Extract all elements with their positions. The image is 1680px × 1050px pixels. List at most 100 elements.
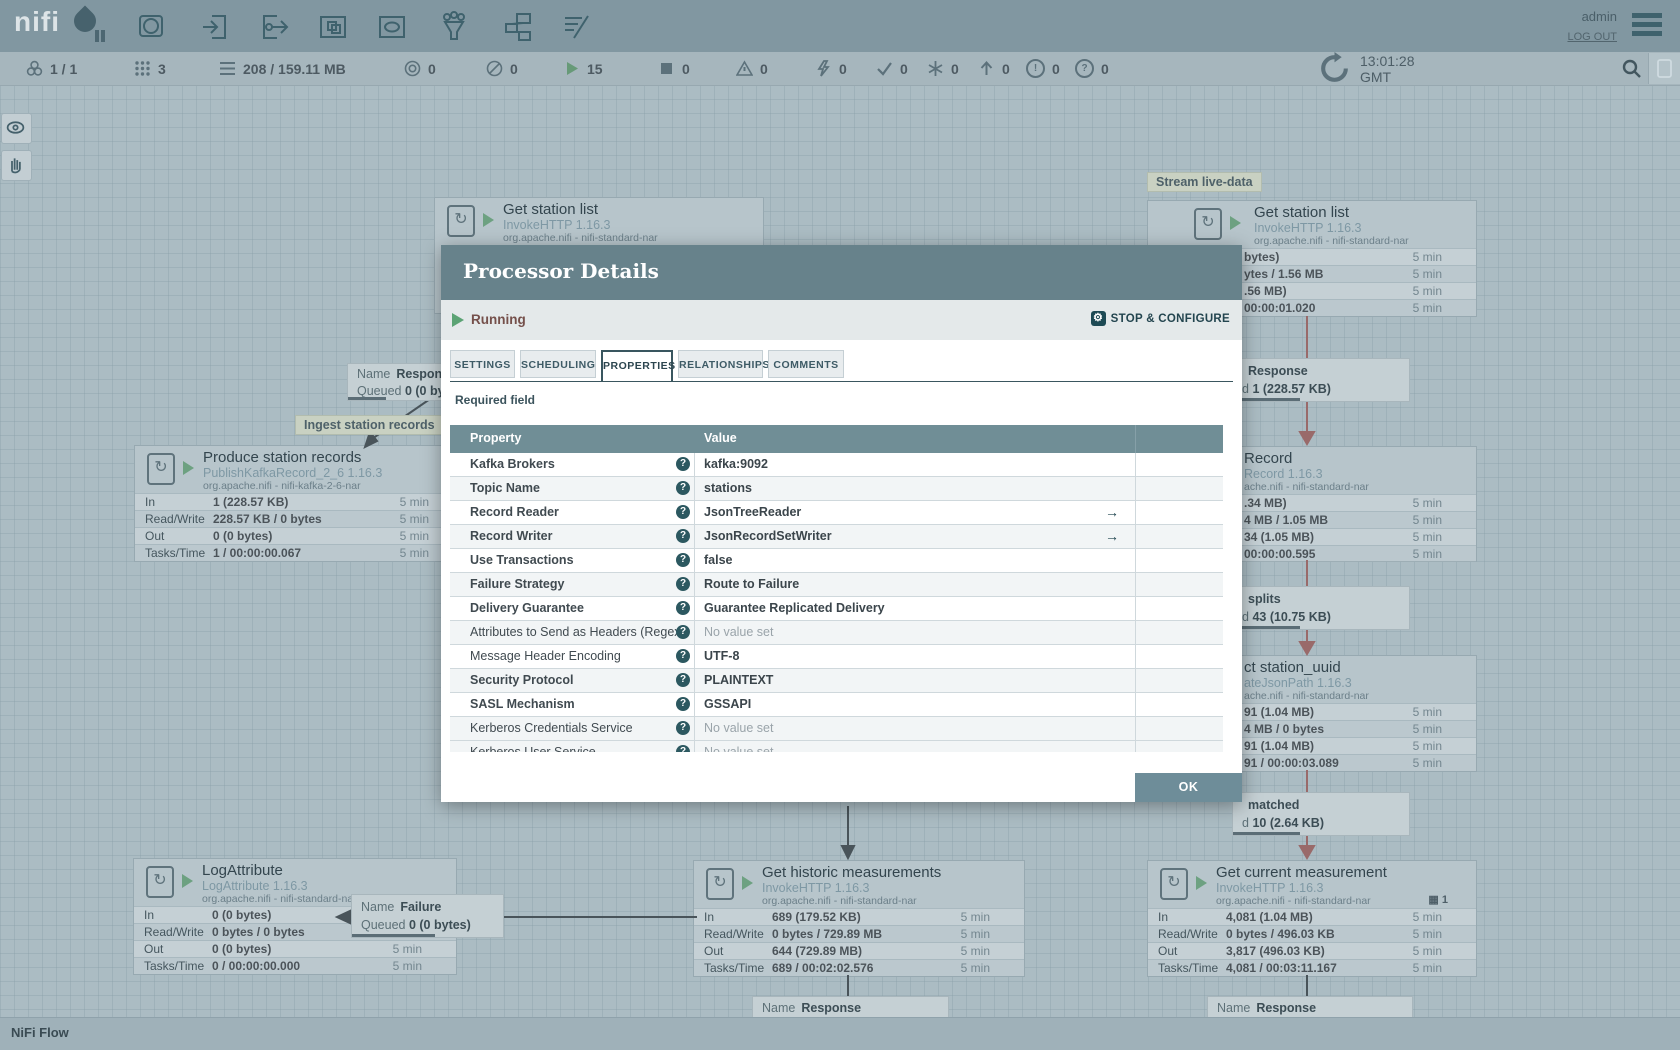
locally-modified-icon [928,61,943,76]
running-icon [483,213,494,227]
running-icon [1196,876,1207,890]
running-icon [182,874,193,888]
locally-modified-stale-icon: ! [1026,59,1045,78]
processor-get-historic-measurements[interactable]: ↻ Get historic measurements InvokeHTTP 1… [693,860,1025,977]
running-icon [567,62,578,75]
locally-modified-stale-status: ! 0 [1026,52,1060,85]
dialog-state-bar: Running ⚙ STOP & CONFIGURE [441,300,1242,340]
stale-status: 0 [978,52,1010,85]
current-user: admin [1581,9,1617,24]
last-refresh[interactable]: 13:01:28 GMT [1317,52,1415,85]
output-port-palette-icon[interactable] [257,10,291,44]
processor-title: Record [1244,450,1293,467]
property-row-record-reader: Record Reader ? JsonTreeReader → [450,501,1223,525]
help-icon[interactable]: ? [676,745,690,752]
processor-get-current-measurement[interactable]: ↻ Get current measurement InvokeHTTP 1.1… [1147,860,1477,977]
process-group-palette-icon[interactable] [316,10,350,44]
processor-bundle: org.apache.nifi - nifi-standard-nar [503,232,658,244]
gear-icon: ⚙ [1090,311,1106,326]
property-row-record-writer: Record Writer ? JsonRecordSetWriter → [450,525,1223,549]
stale-icon [980,61,993,75]
stop-and-configure-button[interactable]: ⚙ STOP & CONFIGURE [1090,311,1230,326]
sync-failure-icon: ? [1075,59,1094,78]
property-row-failure-strategy: Failure Strategy ? Route to Failure [450,573,1223,597]
not-transmitting-status: 0 [486,52,518,85]
sync-failure-status: ? 0 [1075,52,1109,85]
global-menu-icon[interactable] [1632,13,1662,37]
refresh-icon [1321,52,1348,82]
funnel-palette-icon[interactable] [437,10,471,44]
required-field-note: Required field [455,393,536,407]
threads-status: 3 [134,52,166,85]
running-icon [452,313,464,327]
help-icon[interactable]: ? [676,673,690,687]
processor-type: LogAttribute 1.16.3 [202,879,308,893]
label-ingest-station-records[interactable]: Ingest station records [295,415,444,435]
connection-label-response-right[interactable]: Response d 1 (228.57 KB) [1232,358,1410,402]
locally-modified-status: 0 [927,52,959,85]
property-row-kafka-brokers: Kafka Brokers ? kafka:9092 [450,453,1223,477]
running-icon [183,461,194,475]
property-row-message-header-encoding: Message Header Encoding ? UTF-8 [450,645,1223,669]
help-icon[interactable]: ? [676,505,690,519]
dialog-header: Processor Details [441,245,1242,300]
transmitting-status: 0 [404,52,436,85]
not-transmitting-icon [486,60,503,77]
breadcrumb[interactable]: NiFi Flow [11,1025,69,1040]
tab-settings[interactable]: SETTINGS [450,350,515,378]
processor-title: Get current measurement [1216,864,1387,881]
help-icon[interactable]: ? [676,457,690,471]
canvas-tool-button-1[interactable] [1,113,32,144]
processor-bundle: org.apache.nifi - nifi-kafka-2-6-nar [203,480,361,492]
running-icon [1230,216,1241,230]
logout-link[interactable]: LOG OUT [1567,31,1617,43]
search-button[interactable] [1622,59,1642,79]
tab-properties[interactable]: PROPERTIES [601,350,675,381]
document-icon [1657,59,1672,78]
tab-scheduling[interactable]: SCHEDULING [520,350,596,378]
processor-bundle: org.apache.nifi - nifi-standard-nar [202,893,357,905]
connection-label-splits[interactable]: splits d 43 (10.75 KB) [1232,586,1410,630]
connection-label-failure[interactable]: Name Failure Queued 0 (0 bytes) [351,894,504,938]
ok-button[interactable]: OK [1135,773,1242,802]
template-palette-icon[interactable] [501,10,535,44]
connection-label-matched[interactable]: matched d 10 (2.64 KB) [1232,792,1410,836]
input-port-palette-icon[interactable] [198,10,232,44]
go-to-service-icon[interactable]: → [1105,504,1119,520]
queued-status: 208 / 159.11 MB [219,52,346,85]
tab-comments[interactable]: COMMENTS [768,350,844,378]
help-icon[interactable]: ? [676,601,690,615]
help-icon[interactable]: ? [676,577,690,591]
processor-produce-station-records[interactable]: ↻ Produce station records PublishKafkaRe… [134,445,464,562]
help-icon[interactable]: ? [676,649,690,663]
property-row-sasl-mechanism: SASL Mechanism ? GSSAPI [450,693,1223,717]
disabled-status: 0 [815,52,847,85]
processor-bundle: ache.nifi - nifi-standard-nar [1244,481,1369,493]
remote-process-group-palette-icon[interactable] [375,10,409,44]
label-palette-icon[interactable] [560,10,594,44]
help-icon[interactable]: ? [676,721,690,735]
processor-details-dialog: Processor Details Running ⚙ STOP & CONFI… [441,245,1242,802]
breadcrumb-bar: NiFi Flow [0,1017,1680,1050]
help-icon[interactable]: ? [676,625,690,639]
tab-relationships[interactable]: RELATIONSHIPS [678,350,769,378]
threads-icon [135,61,150,76]
processor-bundle: ache.nifi - nifi-standard-nar [1244,690,1369,702]
status-bar: 1 / 1 3 208 / 159.11 MB 0 0 15 0 0 0 0 0… [0,52,1680,86]
go-to-service-icon[interactable]: → [1105,528,1119,544]
connection-label-response-left[interactable]: Name Response Queued 0 (0 bytes [347,363,463,401]
search-icon [1622,59,1641,78]
cluster-status: 1 / 1 [26,52,77,85]
canvas-tool-button-2[interactable] [1,150,32,181]
processor-title: LogAttribute [202,862,283,879]
help-icon[interactable]: ? [676,553,690,567]
property-row-delivery-guarantee: Delivery Guarantee ? Guarantee Replicate… [450,597,1223,621]
label-stream-live-data[interactable]: Stream live-data [1147,172,1262,192]
processor-palette-icon[interactable] [134,10,168,44]
dialog-title: Processor Details [463,259,659,283]
new-ui-button[interactable] [1648,53,1680,84]
running-icon [742,876,753,890]
help-icon[interactable]: ? [676,481,690,495]
help-icon[interactable]: ? [676,529,690,543]
help-icon[interactable]: ? [676,697,690,711]
